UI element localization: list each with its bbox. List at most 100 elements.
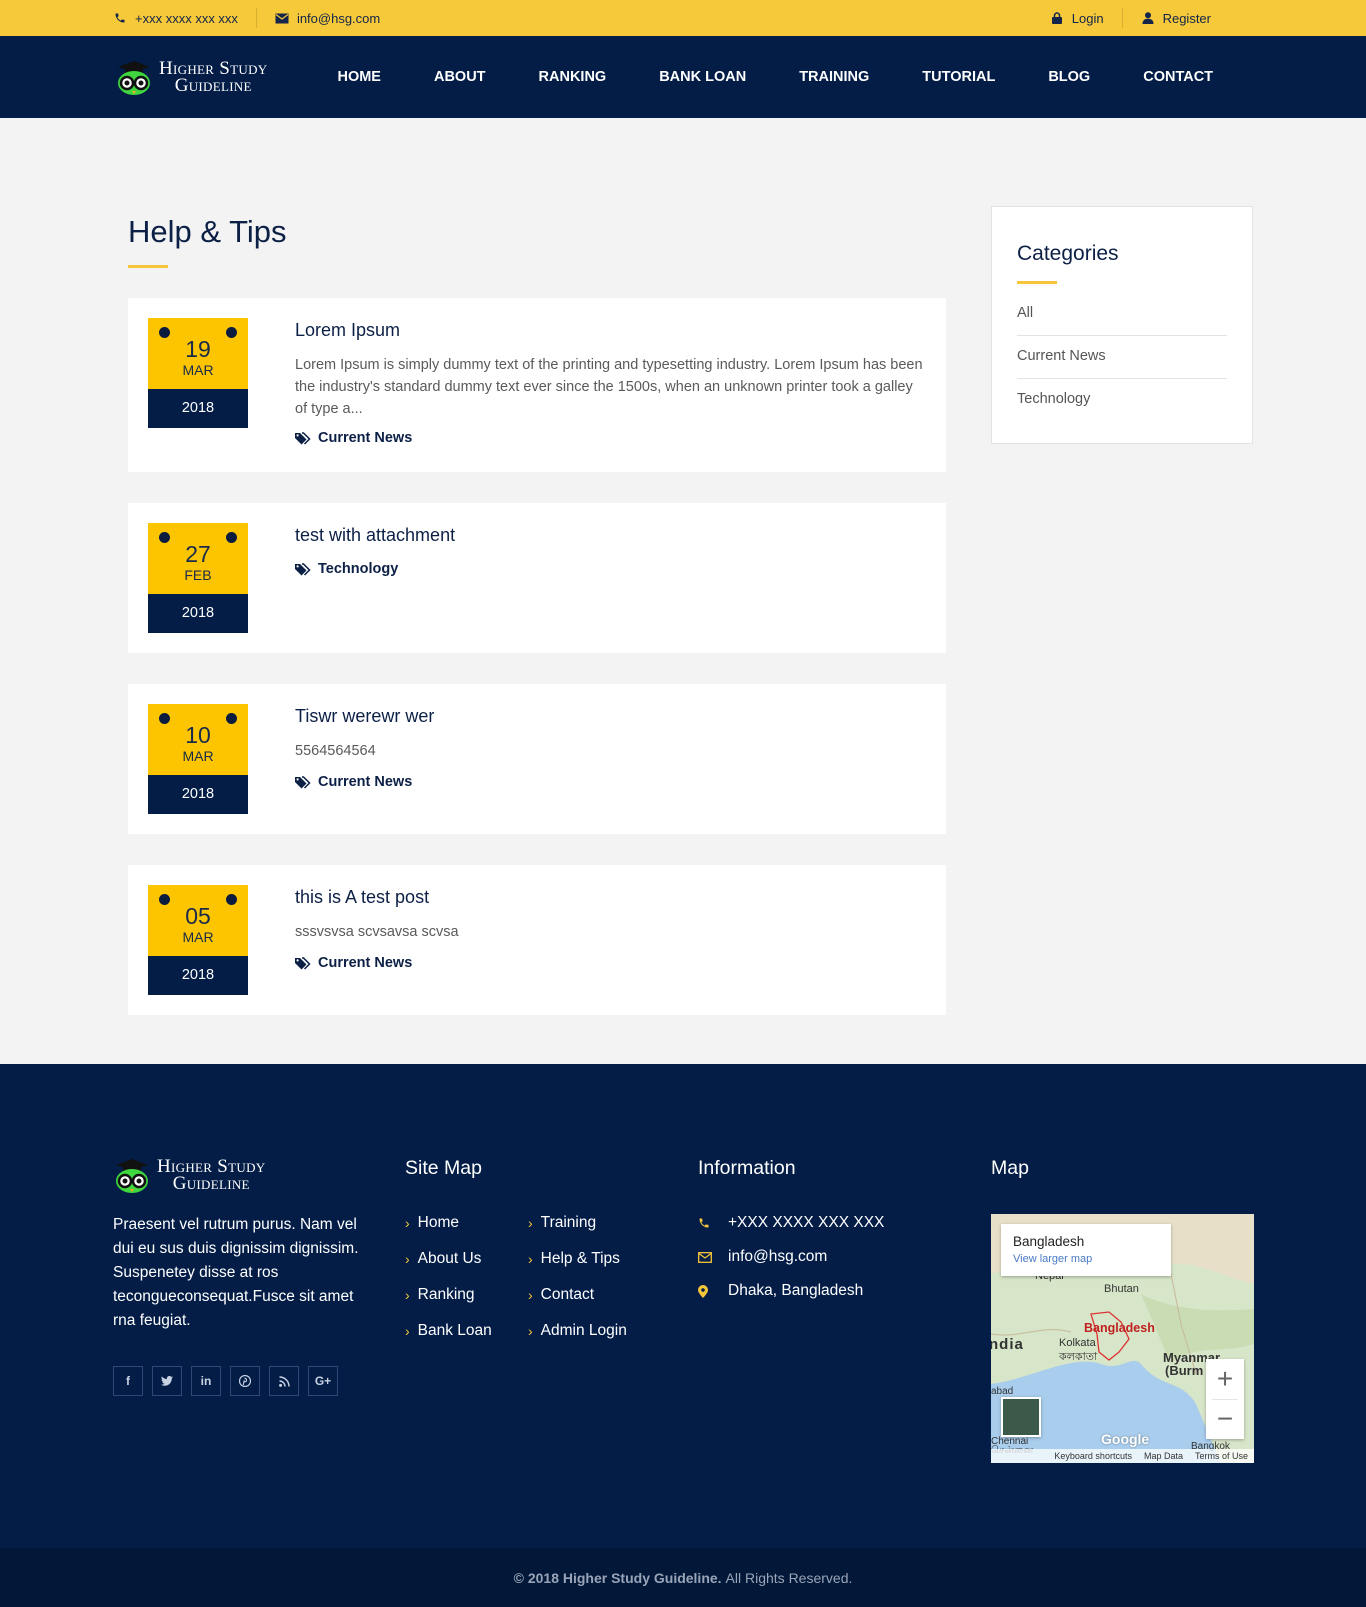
main-navbar: Higher Study Guideline HOME ABOUT RANKIN… bbox=[0, 36, 1366, 118]
date-badge: 10 MAR 2018 bbox=[148, 704, 248, 814]
map-label: abad bbox=[991, 1386, 1014, 1397]
date-badge: 19 MAR 2018 bbox=[148, 318, 248, 428]
sitemap-contact[interactable]: › Contact bbox=[528, 1286, 594, 1304]
categories-underline bbox=[1017, 281, 1057, 284]
rss-icon[interactable] bbox=[269, 1366, 299, 1396]
embedded-map[interactable]: Nepal Bhutan Bangladesh ndia Kolkata কলক… bbox=[991, 1214, 1254, 1463]
sitemap-home[interactable]: › Home bbox=[405, 1214, 459, 1232]
info-email[interactable]: info@hsg.com bbox=[698, 1248, 827, 1266]
keyboard-shortcuts-link[interactable]: Keyboard shortcuts bbox=[1054, 1451, 1132, 1461]
register-link[interactable]: Register bbox=[1141, 11, 1211, 26]
pinterest-icon[interactable] bbox=[230, 1366, 260, 1396]
footer-about-text: Praesent vel rutrum purus. Nam vel dui e… bbox=[113, 1216, 359, 1329]
chevron-right-icon: › bbox=[405, 1251, 410, 1267]
logo-text: Higher Study Guideline bbox=[159, 59, 267, 95]
footer-logo-text: Higher Study Guideline bbox=[157, 1157, 265, 1194]
post-title[interactable]: Tiswr werewr wer bbox=[295, 706, 434, 727]
view-larger-map-link[interactable]: View larger map bbox=[1013, 1253, 1159, 1265]
post-title[interactable]: this is A test post bbox=[295, 887, 429, 908]
post-title[interactable]: Lorem Ipsum bbox=[295, 320, 400, 341]
zoom-in-button[interactable]: + bbox=[1206, 1359, 1244, 1399]
post-card: 19 MAR 2018 Lorem Ipsum Lorem Ipsum is s… bbox=[128, 298, 946, 472]
map-data-link[interactable]: Map Data bbox=[1144, 1451, 1183, 1461]
chevron-right-icon: › bbox=[405, 1287, 410, 1303]
owl-mascot-icon bbox=[118, 61, 150, 95]
info-phone[interactable]: +XXX XXXX XXX XXX bbox=[698, 1214, 884, 1232]
date-month: MAR bbox=[182, 362, 214, 378]
date-year: 2018 bbox=[148, 956, 248, 995]
satellite-toggle[interactable] bbox=[1001, 1397, 1041, 1437]
chevron-right-icon: › bbox=[528, 1251, 533, 1267]
topbar-email[interactable]: info@hsg.com bbox=[275, 11, 380, 26]
post-title[interactable]: test with attachment bbox=[295, 525, 455, 546]
sitemap-help-tips[interactable]: › Help & Tips bbox=[528, 1250, 620, 1268]
category-all[interactable]: All bbox=[1017, 305, 1227, 321]
sitemap-link-label: Home bbox=[417, 1214, 460, 1231]
category-technology[interactable]: Technology bbox=[1017, 391, 1227, 407]
tags-icon bbox=[295, 775, 311, 789]
nav-about[interactable]: ABOUT bbox=[434, 69, 486, 85]
top-bar: +xxx xxxx xxx xxx info@hsg.com Login Reg… bbox=[0, 0, 1366, 36]
map-heading: Map bbox=[991, 1157, 1029, 1179]
register-label: Register bbox=[1162, 10, 1211, 26]
sitemap-training[interactable]: › Training bbox=[528, 1214, 596, 1232]
nav-contact[interactable]: CONTACT bbox=[1143, 69, 1213, 85]
date-day: 27 bbox=[185, 541, 211, 567]
date-year: 2018 bbox=[148, 594, 248, 633]
post-category-tag[interactable]: Current News bbox=[295, 955, 412, 971]
footer-logo[interactable]: Higher Study Guideline bbox=[113, 1156, 265, 1194]
sitemap-bank-loan[interactable]: › Bank Loan bbox=[405, 1322, 492, 1340]
login-link[interactable]: Login bbox=[1050, 11, 1104, 26]
copyright-strong: © 2018 Higher Study Guideline. bbox=[513, 1570, 722, 1586]
categories-widget: Categories All Current News Technology bbox=[991, 206, 1253, 444]
date-day: 10 bbox=[185, 722, 211, 748]
site-logo[interactable]: Higher Study Guideline bbox=[115, 58, 267, 96]
sitemap-admin-login[interactable]: › Admin Login bbox=[528, 1322, 627, 1340]
topbar-divider bbox=[255, 8, 257, 28]
post-category-tag[interactable]: Current News bbox=[295, 774, 412, 790]
chevron-right-icon: › bbox=[405, 1323, 410, 1339]
user-icon bbox=[1141, 11, 1155, 25]
chevron-right-icon: › bbox=[405, 1215, 410, 1231]
envelope-icon bbox=[275, 11, 289, 25]
category-current-news[interactable]: Current News bbox=[1017, 348, 1227, 364]
tags-icon bbox=[295, 956, 311, 970]
nav-bank-loan[interactable]: BANK LOAN bbox=[659, 69, 746, 85]
post-category-tag[interactable]: Current News bbox=[295, 430, 412, 446]
social-links: f in G+ bbox=[113, 1366, 338, 1396]
date-badge: 05 MAR 2018 bbox=[148, 885, 248, 995]
chevron-right-icon: › bbox=[528, 1323, 533, 1339]
sitemap-link-label: Training bbox=[540, 1214, 597, 1231]
sitemap-about-us[interactable]: › About Us bbox=[405, 1250, 481, 1268]
chevron-right-icon: › bbox=[528, 1215, 533, 1231]
topbar-phone[interactable]: +xxx xxxx xxx xxx bbox=[113, 11, 238, 26]
date-day: 19 bbox=[185, 336, 211, 362]
google-plus-icon[interactable]: G+ bbox=[308, 1366, 338, 1396]
info-address-text: Dhaka, Bangladesh bbox=[728, 1282, 864, 1299]
date-month: MAR bbox=[182, 748, 214, 764]
terms-of-use-link[interactable]: Terms of Use bbox=[1195, 1451, 1248, 1461]
map-label: কলকাতা bbox=[1059, 1351, 1098, 1363]
copyright-rest: All Rights Reserved. bbox=[725, 1570, 853, 1586]
post-category-tag[interactable]: Technology bbox=[295, 561, 398, 577]
date-year: 2018 bbox=[148, 389, 248, 428]
date-badge: 27 FEB 2018 bbox=[148, 523, 248, 633]
nav-training[interactable]: TRAINING bbox=[799, 69, 869, 85]
sitemap-ranking[interactable]: › Ranking bbox=[405, 1286, 475, 1304]
map-zoom-controls: + − bbox=[1206, 1359, 1244, 1439]
post-category-label: Current News bbox=[318, 430, 413, 446]
page-title: Help & Tips bbox=[128, 214, 287, 249]
linkedin-icon[interactable]: in bbox=[191, 1366, 221, 1396]
sitemap-link-label: About Us bbox=[417, 1250, 482, 1267]
zoom-out-button[interactable]: − bbox=[1206, 1399, 1244, 1439]
nav-ranking[interactable]: RANKING bbox=[539, 69, 607, 85]
twitter-icon[interactable] bbox=[152, 1366, 182, 1396]
nav-blog[interactable]: BLOG bbox=[1048, 69, 1090, 85]
facebook-icon[interactable]: f bbox=[113, 1366, 143, 1396]
logo-line-2: Guideline bbox=[172, 1173, 250, 1194]
login-label: Login bbox=[1071, 10, 1104, 26]
nav-tutorial[interactable]: TUTORIAL bbox=[922, 69, 995, 85]
nav-home[interactable]: HOME bbox=[337, 69, 381, 85]
post-category-label: Technology bbox=[318, 561, 399, 577]
map-footer: Keyboard shortcuts Map Data Terms of Use bbox=[991, 1449, 1254, 1463]
